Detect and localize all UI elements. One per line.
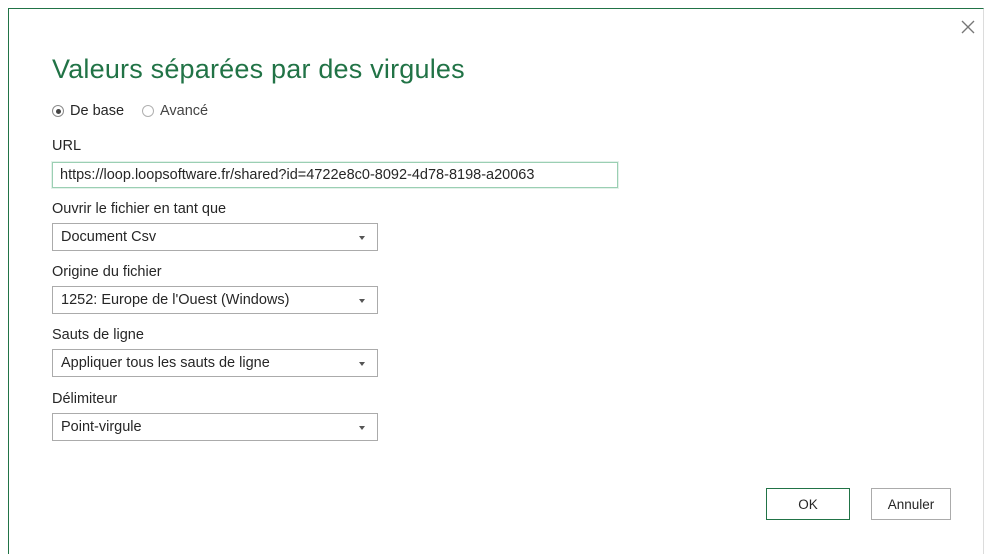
csv-dialog (8, 8, 984, 554)
radio-label-de-base: De base (70, 103, 125, 119)
line-breaks-label: Sauts de ligne (52, 327, 144, 343)
delimiter-label: Délimiteur (52, 391, 118, 407)
file-origin-select[interactable]: 1252: Europe de l'Ouest (Windows) (52, 286, 378, 314)
dialog-title: Valeurs séparées par des virgules (52, 54, 465, 84)
line-breaks-value: Appliquer tous les sauts de ligne (61, 355, 270, 371)
chevron-down-icon (359, 362, 365, 366)
open-as-value: Document Csv (61, 229, 157, 245)
chevron-down-icon (359, 299, 365, 303)
radio-unchecked-icon (142, 105, 155, 117)
chevron-down-icon (359, 236, 365, 240)
url-input[interactable] (52, 162, 618, 188)
delimiter-value: Point-virgule (61, 419, 142, 435)
open-as-label: Ouvrir le fichier en tant que (52, 201, 227, 217)
radio-label-avance: Avancé (160, 103, 209, 119)
chevron-down-icon (359, 426, 365, 430)
open-as-select[interactable]: Document Csv (52, 223, 378, 251)
ok-button[interactable]: OK (766, 488, 850, 520)
line-breaks-select[interactable]: Appliquer tous les sauts de ligne (52, 349, 378, 377)
file-origin-value: 1252: Europe de l'Ouest (Windows) (61, 292, 290, 308)
close-icon[interactable] (959, 18, 977, 36)
delimiter-select[interactable]: Point-virgule (52, 413, 378, 441)
file-origin-label: Origine du fichier (52, 264, 162, 280)
radio-avance[interactable]: Avancé (142, 103, 208, 119)
url-label: URL (52, 138, 82, 154)
radio-checked-icon (52, 105, 64, 117)
radio-de-base[interactable]: De base (52, 103, 124, 119)
mode-radio-group: De base Avancé (52, 103, 226, 119)
cancel-button[interactable]: Annuler (871, 488, 951, 520)
